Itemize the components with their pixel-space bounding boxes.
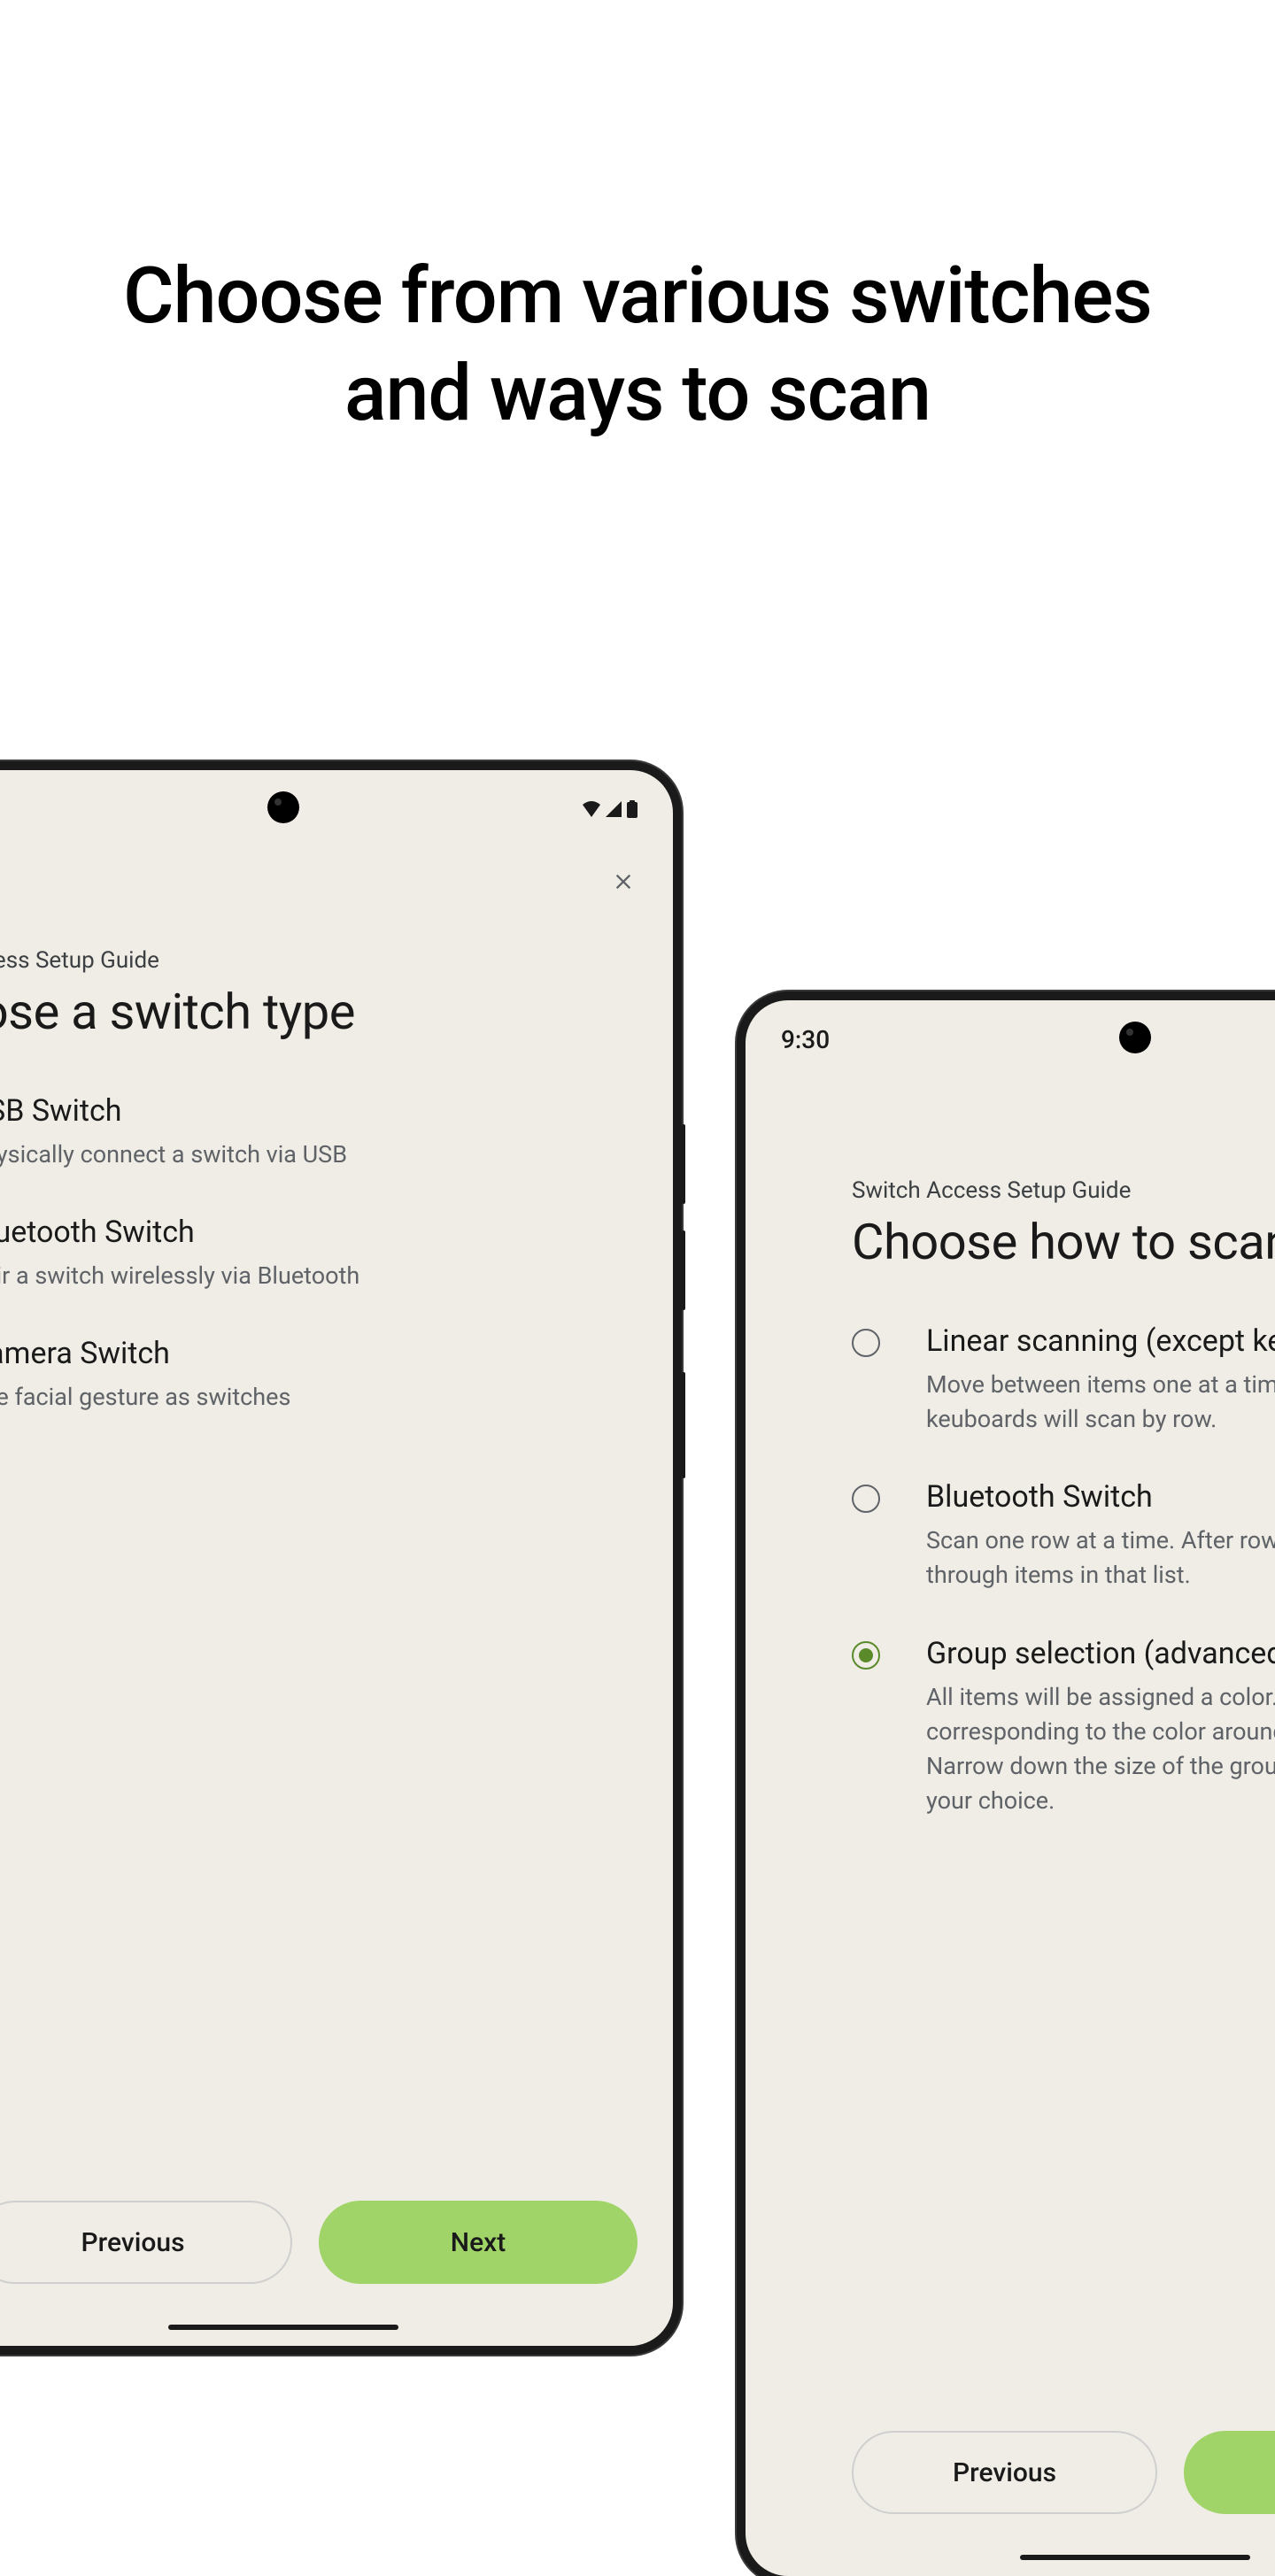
option-usb-switch[interactable]: USB Switch Physically connect a switch v…: [0, 1093, 638, 1172]
option-text: Camera Switch Use facial gesture as swit…: [0, 1336, 638, 1415]
option-title: Group selection (advanced): [926, 1636, 1275, 1671]
setup-guide-label: Switch Access Setup Guide: [852, 1177, 1131, 1204]
option-title: Linear scanning (except keyboar: [926, 1323, 1275, 1359]
status-icons: [583, 800, 638, 818]
close-button[interactable]: [609, 868, 638, 896]
page-title: Choose from various switches and ways to…: [106, 248, 1169, 443]
button-row: Previous Next: [852, 2431, 1275, 2514]
option-title: USB Switch: [0, 1093, 638, 1129]
volume-down-button: [682, 1230, 685, 1310]
next-button[interactable]: Next: [1184, 2431, 1275, 2514]
radio-checked-icon: [852, 1641, 880, 1670]
option-title: Bluetooth Switch: [0, 1215, 638, 1250]
next-button[interactable]: Next: [319, 2201, 638, 2284]
power-button: [682, 1372, 685, 1478]
option-description: Physically connect a switch via USB: [0, 1138, 638, 1172]
signal-icon: [606, 801, 622, 817]
option-text: Group selection (advanced) All items wil…: [926, 1636, 1275, 1819]
previous-button[interactable]: Previous: [0, 2201, 292, 2284]
setup-guide-label: witch Access Setup Guide: [0, 947, 159, 974]
radio-unchecked-icon: [852, 1485, 880, 1513]
phone-content: witch Access Setup Guide Choose a switch…: [0, 868, 673, 2346]
option-description: Pair a switch wirelessly via Bluetooth: [0, 1259, 638, 1293]
option-description: Use facial gesture as switches: [0, 1380, 638, 1415]
status-bar: 9:30: [746, 1022, 1275, 1057]
status-time: 9:30: [781, 1025, 830, 1054]
option-text: USB Switch Physically connect a switch v…: [0, 1093, 638, 1172]
radio-unchecked-icon: [852, 1329, 880, 1357]
status-bar: 0: [0, 791, 673, 827]
phone-content: Switch Access Setup Guide Choose how to …: [746, 1098, 1275, 2576]
screen-heading: Choose how to scan: [852, 1213, 1275, 1271]
option-linear-scanning[interactable]: Linear scanning (except keyboar Move bet…: [852, 1323, 1275, 1437]
previous-button[interactable]: Previous: [852, 2431, 1157, 2514]
option-description: Move between items one at a time. Note t…: [926, 1368, 1275, 1437]
option-text: Linear scanning (except keyboar Move bet…: [926, 1323, 1275, 1437]
option-title: Bluetooth Switch: [926, 1479, 1275, 1515]
button-row: Previous Next: [0, 2201, 638, 2284]
home-indicator[interactable]: [1020, 2555, 1250, 2560]
option-bluetooth-switch[interactable]: Bluetooth Switch Pair a switch wirelessl…: [0, 1215, 638, 1293]
volume-up-button: [682, 1124, 685, 1204]
option-description: Scan one row at a time. After row is sel…: [926, 1523, 1275, 1593]
options-list: USB Switch Physically connect a switch v…: [0, 1093, 638, 1457]
phone-mockup-left: 0 witch Access Setup Guide Choose a swit…: [0, 770, 673, 2346]
option-group-selection[interactable]: Group selection (advanced) All items wil…: [852, 1636, 1275, 1819]
phone-mockup-right: 9:30 Switch Access Setup Guide Choose ho…: [746, 1000, 1275, 2576]
battery-icon: [627, 800, 638, 818]
screen-heading: Choose a switch type: [0, 983, 355, 1041]
home-indicator[interactable]: [168, 2325, 398, 2330]
option-text: Bluetooth Switch Scan one row at a time.…: [926, 1479, 1275, 1593]
option-title: Camera Switch: [0, 1336, 638, 1371]
close-icon: [611, 869, 636, 894]
wifi-icon: [583, 801, 600, 817]
option-bluetooth-switch-scan[interactable]: Bluetooth Switch Scan one row at a time.…: [852, 1479, 1275, 1593]
option-description: All items will be assigned a color. Pres…: [926, 1680, 1275, 1819]
options-list: Linear scanning (except keyboar Move bet…: [852, 1323, 1275, 1861]
option-camera-switch[interactable]: Camera Switch Use facial gesture as swit…: [0, 1336, 638, 1415]
option-text: Bluetooth Switch Pair a switch wirelessl…: [0, 1215, 638, 1293]
